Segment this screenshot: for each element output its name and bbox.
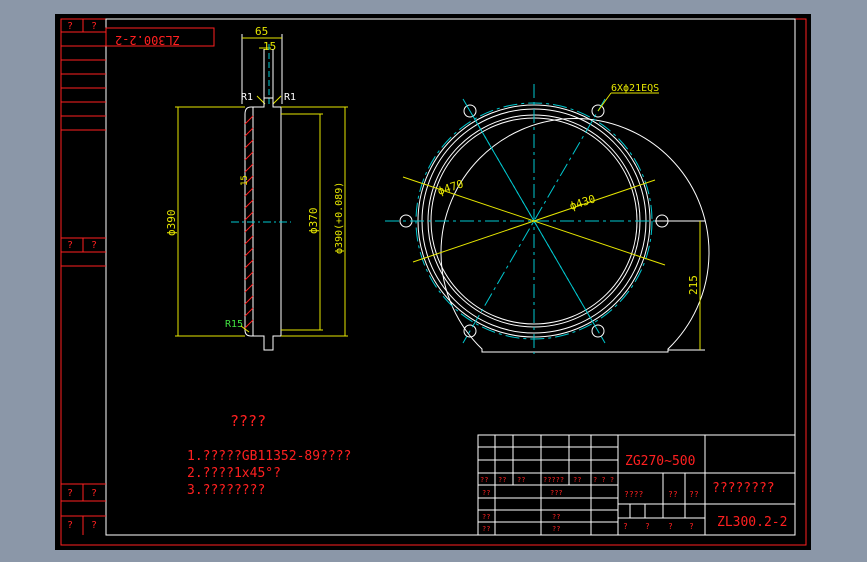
dim-phi470-label: ϕ470 bbox=[436, 177, 465, 198]
tb-cell: ?? bbox=[482, 489, 490, 497]
left-strip: ? ? ? ? ? ? ? ? bbox=[61, 19, 106, 535]
tb-cell: ?? bbox=[552, 513, 560, 521]
tb-cell: ?? bbox=[689, 490, 699, 499]
tb-cell: ? bbox=[645, 522, 650, 531]
tb-cell: ? bbox=[668, 522, 673, 531]
tb-cell: ? ? ? bbox=[593, 476, 614, 484]
drawing-number-label: ZL300.2-2 bbox=[717, 515, 787, 530]
tb-cell: ??? bbox=[550, 489, 563, 497]
strip-mark-2: ? bbox=[91, 21, 97, 32]
tb-cell: ?? bbox=[552, 525, 560, 533]
tb-cell: ?? bbox=[573, 476, 581, 484]
strip-mark-3: ? bbox=[67, 240, 73, 251]
tb-cell: ???? bbox=[624, 490, 643, 499]
tb-cell: ? bbox=[689, 522, 694, 531]
dim-phi430-label: ϕ430 bbox=[568, 192, 597, 213]
tb-cell: ????? bbox=[543, 476, 564, 484]
holes-callout: 6Xϕ21EQS bbox=[611, 83, 659, 94]
r1-right-label: R1 bbox=[284, 92, 296, 103]
section-view: 65 15 R1 R1 15 ϕ390 ϕ370 ϕ390(+0.089) R1… bbox=[165, 25, 348, 351]
dim-phi370-label: ϕ370 bbox=[307, 208, 320, 235]
dim-65-label: 65 bbox=[255, 25, 268, 38]
tb-cell: ?? bbox=[480, 476, 488, 484]
notes-title: ???? bbox=[230, 412, 266, 430]
dim-small-label: 15 bbox=[240, 175, 250, 186]
tb-cell: ?? bbox=[498, 476, 506, 484]
strip-mark-8: ? bbox=[91, 520, 97, 531]
mirrored-drawing-code: ZL300.2-2 bbox=[115, 33, 180, 47]
strip-mark-5: ? bbox=[67, 488, 73, 499]
dim-15-label: 15 bbox=[263, 40, 276, 53]
note-line-1: 1.?????GB11352-89???? bbox=[187, 449, 351, 464]
note-line-2: 2.????1x45°? bbox=[187, 466, 281, 481]
dim-phi390-fit-label: ϕ390(+0.089) bbox=[334, 182, 345, 254]
r15-label: R15 bbox=[225, 319, 243, 330]
cad-drawing-canvas: ? ? ? ? ? ? ? ? ZL300.2-2 65 15 R1 R1 15… bbox=[60, 18, 807, 546]
tb-cell: ?? bbox=[668, 490, 678, 499]
tb-cell: ?? bbox=[482, 525, 490, 533]
note-line-3: 3.???????? bbox=[187, 483, 265, 498]
r1-left-label: R1 bbox=[241, 92, 253, 103]
strip-mark-4: ? bbox=[91, 240, 97, 251]
technical-notes: ???? 1.?????GB11352-89???? 2.????1x45°? … bbox=[187, 412, 351, 498]
dim-215-label: 215 bbox=[687, 275, 700, 295]
strip-mark-7: ? bbox=[67, 520, 73, 531]
plan-view: ϕ470 ϕ430 6Xϕ21EQS 215 bbox=[385, 83, 710, 354]
tb-cell: ?? bbox=[517, 476, 525, 484]
dim-phi390-label: ϕ390 bbox=[165, 210, 178, 237]
strip-mark-1: ? bbox=[67, 21, 73, 32]
cad-viewport[interactable]: ? ? ? ? ? ? ? ? ZL300.2-2 65 15 R1 R1 15… bbox=[55, 14, 811, 550]
tb-cell: ?? bbox=[482, 513, 490, 521]
tb-cell: ? bbox=[623, 522, 628, 531]
title-block: ZG270~500 ???????? ZL300.2-2 ?? ?? ?? ??… bbox=[477, 434, 796, 536]
material-label: ZG270~500 bbox=[625, 454, 695, 469]
part-name-label: ???????? bbox=[712, 481, 775, 496]
strip-mark-6: ? bbox=[91, 488, 97, 499]
